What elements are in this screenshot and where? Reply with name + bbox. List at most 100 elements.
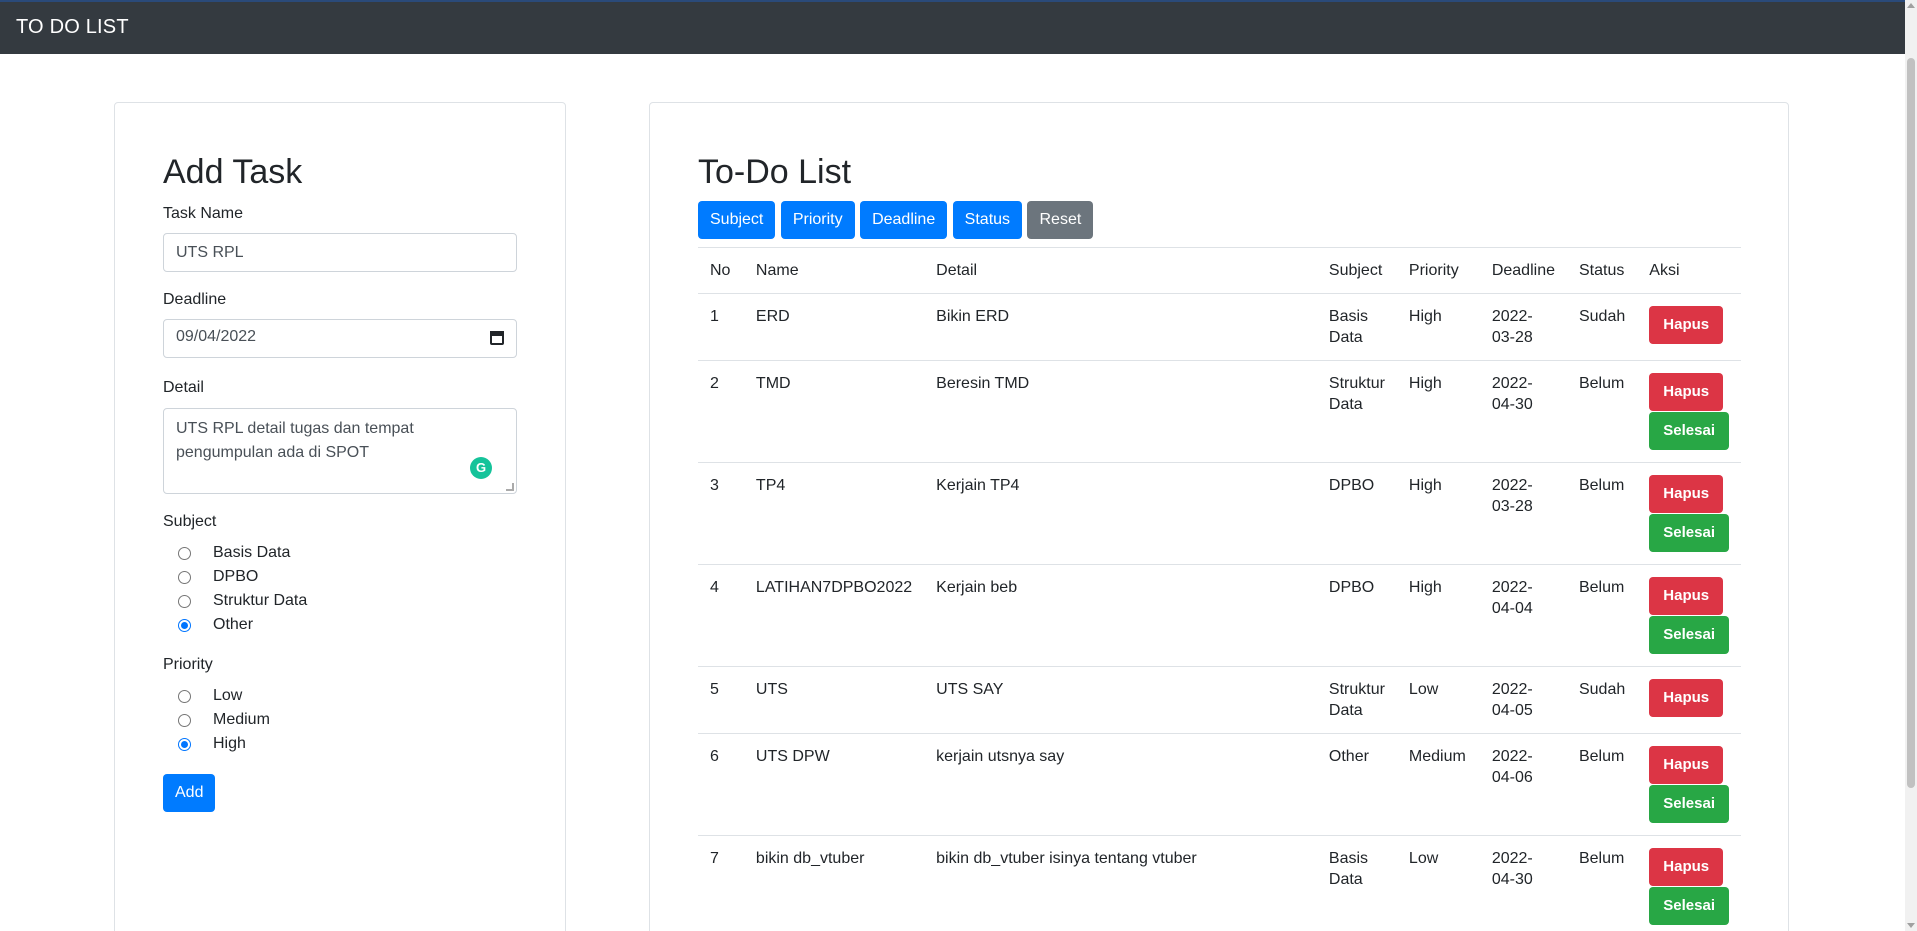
add-task-card: Add Task Task Name Deadline 09/04/2022 D… [114, 102, 566, 931]
cell-priority: Low [1396, 835, 1480, 931]
todo-table: No Name Detail Subject Priority Deadline… [698, 247, 1741, 931]
delete-button[interactable]: Hapus [1649, 475, 1724, 513]
detail-textarea[interactable]: UTS RPL detail tugas dan tempat pengumpu… [163, 408, 517, 494]
cell-name: bikin db_vtuber [743, 835, 925, 931]
cell-detail: bikin db_vtuber isinya tentang vtuber [924, 835, 1317, 931]
radio-checked-icon[interactable] [178, 738, 191, 751]
task-name-input[interactable] [163, 233, 517, 272]
column-header-detail: Detail [924, 247, 1317, 294]
table-row: 2 TMD Beresin TMD Struktur Data High 202… [698, 360, 1741, 463]
delete-button[interactable]: Hapus [1649, 373, 1724, 411]
cell-aksi: Hapus Selesai [1637, 360, 1741, 463]
reset-button[interactable]: Reset [1027, 201, 1094, 239]
filter-bar: Subject Priority Deadline Status Reset [698, 201, 1094, 239]
radio-icon[interactable] [178, 547, 191, 560]
delete-button[interactable]: Hapus [1649, 848, 1724, 886]
subject-option-label: DPBO [213, 568, 259, 585]
radio-checked-icon[interactable] [178, 619, 191, 632]
grammarly-icon[interactable]: G [470, 457, 492, 479]
priority-option-label: Medium [213, 711, 270, 728]
cell-status: Belum [1566, 462, 1638, 565]
cell-aksi: Hapus Selesai [1637, 733, 1741, 836]
cell-no: 1 [698, 293, 744, 361]
subject-option-label: Struktur Data [213, 592, 308, 609]
cell-deadline: 2022-04-30 [1479, 360, 1567, 463]
todo-list-card: To-Do List Subject Priority Deadline Sta… [649, 102, 1789, 931]
cell-detail: kerjain utsnya say [924, 733, 1317, 836]
page-scrollbar[interactable] [1905, 0, 1917, 931]
column-header-subject: Subject [1316, 247, 1397, 294]
detail-value: UTS RPL detail tugas dan tempat pengumpu… [176, 420, 414, 461]
navbar: TO DO LIST [0, 0, 1905, 54]
done-button[interactable]: Selesai [1649, 616, 1729, 654]
cell-deadline: 2022-03-28 [1479, 293, 1567, 361]
cell-aksi: Hapus Selesai [1637, 462, 1741, 565]
add-button[interactable]: Add [163, 774, 216, 812]
cell-deadline: 2022-03-28 [1479, 462, 1567, 565]
cell-deadline: 2022-04-30 [1479, 835, 1567, 931]
radio-icon[interactable] [178, 595, 191, 608]
done-button[interactable]: Selesai [1649, 514, 1729, 552]
delete-button[interactable]: Hapus [1649, 746, 1724, 784]
cell-deadline: 2022-04-06 [1479, 733, 1567, 836]
cell-status: Belum [1566, 733, 1638, 836]
done-button[interactable]: Selesai [1649, 785, 1729, 823]
cell-detail: Kerjain TP4 [924, 462, 1317, 565]
done-button[interactable]: Selesai [1649, 412, 1729, 450]
delete-button[interactable]: Hapus [1649, 577, 1724, 615]
cell-name: ERD [743, 293, 925, 361]
cell-subject: Basis Data [1316, 293, 1397, 361]
cell-status: Belum [1566, 835, 1638, 931]
task-name-label: Task Name [163, 205, 244, 222]
radio-icon[interactable] [178, 690, 191, 703]
table-row: 4 LATIHAN7DPBO2022 Kerjain beb DPBO High… [698, 564, 1741, 667]
deadline-input[interactable]: 09/04/2022 [163, 319, 517, 358]
cell-no: 3 [698, 462, 744, 565]
filter-priority-button[interactable]: Priority [780, 201, 855, 239]
cell-no: 6 [698, 733, 744, 836]
cell-detail: UTS SAY [924, 666, 1317, 734]
cell-no: 7 [698, 835, 744, 931]
cell-status: Belum [1566, 360, 1638, 463]
filter-subject-button[interactable]: Subject [698, 201, 776, 239]
table-row: 6 UTS DPW kerjain utsnya say Other Mediu… [698, 733, 1741, 836]
scroll-up-icon[interactable] [1907, 3, 1915, 8]
delete-button[interactable]: Hapus [1649, 679, 1724, 717]
cell-detail: Bikin ERD [924, 293, 1317, 361]
add-task-title: Add Task [163, 153, 303, 191]
cell-subject: DPBO [1316, 462, 1397, 565]
cell-detail: Kerjain beb [924, 564, 1317, 667]
subject-option-label: Basis Data [213, 544, 291, 561]
cell-status: Belum [1566, 564, 1638, 667]
column-header-status: Status [1566, 247, 1638, 294]
done-button[interactable]: Selesai [1649, 887, 1729, 925]
scrollbar-thumb[interactable] [1907, 58, 1915, 788]
cell-detail: Beresin TMD [924, 360, 1317, 463]
filter-deadline-button[interactable]: Deadline [860, 201, 948, 239]
scroll-down-icon[interactable] [1907, 923, 1915, 928]
column-header-name: Name [743, 247, 925, 294]
radio-icon[interactable] [178, 714, 191, 727]
cell-status: Sudah [1566, 293, 1638, 361]
delete-button[interactable]: Hapus [1649, 306, 1724, 344]
cell-aksi: Hapus [1637, 666, 1741, 734]
cell-name: UTS [743, 666, 925, 734]
cell-no: 5 [698, 666, 744, 734]
cell-deadline: 2022-04-05 [1479, 666, 1567, 734]
table-row: 1 ERD Bikin ERD Basis Data High 2022-03-… [698, 293, 1741, 361]
cell-no: 4 [698, 564, 744, 667]
filter-status-button[interactable]: Status [952, 201, 1023, 239]
navbar-brand[interactable]: TO DO LIST [16, 16, 129, 39]
subject-label: Subject [163, 513, 217, 530]
table-row: 7 bikin db_vtuber bikin db_vtuber isinya… [698, 835, 1741, 931]
cell-aksi: Hapus [1637, 293, 1741, 361]
cell-priority: High [1396, 564, 1480, 667]
cell-priority: High [1396, 360, 1480, 463]
radio-icon[interactable] [178, 571, 191, 584]
deadline-value: 09/04/2022 [176, 328, 257, 345]
resize-handle-icon[interactable] [506, 483, 514, 491]
deadline-label: Deadline [163, 291, 227, 308]
calendar-icon[interactable] [490, 331, 504, 345]
priority-option-label: Low [213, 687, 243, 704]
cell-deadline: 2022-04-04 [1479, 564, 1567, 667]
